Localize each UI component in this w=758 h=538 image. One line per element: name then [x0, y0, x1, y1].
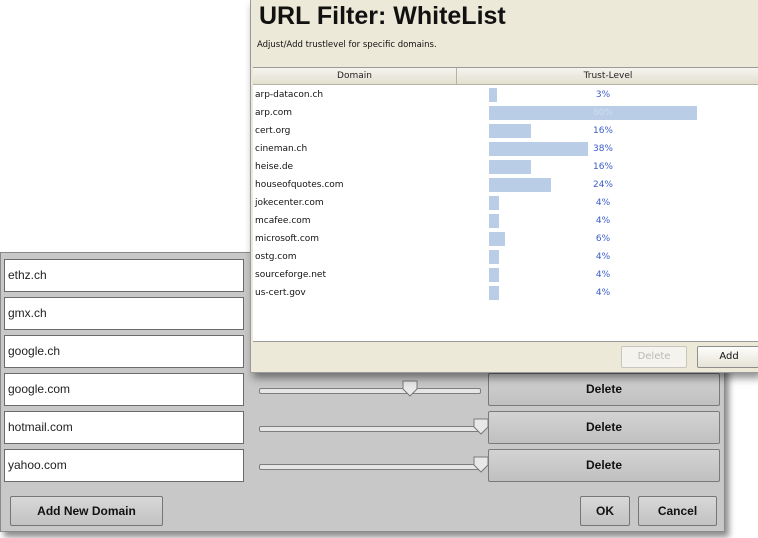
trust-level-percent: 4%: [595, 198, 611, 208]
row-domain: arp.com: [255, 108, 293, 118]
table-row[interactable]: cineman.ch 38%: [253, 140, 758, 158]
ok-button[interactable]: OK: [580, 496, 630, 526]
row-domain: houseofquotes.com: [255, 180, 344, 190]
whitelist-table: Domain Trust-Level arp-datacon.ch 3% arp.c…: [253, 67, 758, 342]
trust-level-percent: 4%: [595, 270, 611, 280]
column-header-trust-level[interactable]: Trust-Level: [457, 68, 758, 85]
row-domain: cert.org: [255, 126, 291, 136]
trust-level-bar: [489, 88, 497, 102]
trust-level-bar: [489, 124, 531, 138]
row-domain: ostg.com: [255, 252, 297, 262]
domain-field[interactable]: yahoo.com: [4, 449, 244, 482]
row-domain: heise.de: [255, 162, 294, 172]
trust-level-percent: 4%: [595, 216, 611, 226]
delete-button-disabled[interactable]: Delete: [621, 346, 687, 368]
domain-field[interactable]: hotmail.com: [4, 411, 244, 444]
domain-row: yahoo.com Delete: [1, 448, 724, 484]
trust-level-percent: 80%: [592, 108, 613, 118]
row-domain: arp-datacon.ch: [255, 90, 324, 100]
screen: ethz.ch gmx.ch google.ch google.com Dele…: [0, 0, 758, 538]
trust-level-percent: 16%: [592, 162, 613, 172]
cancel-button[interactable]: Cancel: [638, 496, 717, 526]
trust-level-bar: [489, 178, 551, 192]
row-domain: mcafee.com: [255, 216, 311, 226]
trust-slider-thumb[interactable]: [473, 456, 489, 473]
trust-level-bar: [489, 250, 499, 264]
trust-slider-track[interactable]: [259, 464, 481, 470]
delete-button[interactable]: Delete: [488, 449, 720, 482]
add-button[interactable]: Add: [697, 346, 758, 368]
domain-field[interactable]: google.com: [4, 373, 244, 406]
table-row[interactable]: cert.org 16%: [253, 122, 758, 140]
table-row[interactable]: jokecenter.com 4%: [253, 194, 758, 212]
table-row[interactable]: houseofquotes.com 24%: [253, 176, 758, 194]
delete-button[interactable]: Delete: [488, 411, 720, 444]
row-domain: microsoft.com: [255, 234, 320, 244]
row-domain: us-cert.gov: [255, 288, 306, 298]
table-row[interactable]: heise.de 16%: [253, 158, 758, 176]
table-row[interactable]: ostg.com 4%: [253, 248, 758, 266]
domain-field[interactable]: ethz.ch: [4, 259, 244, 292]
trust-level-percent: 6%: [595, 234, 611, 244]
trust-level-percent: 4%: [595, 252, 611, 262]
trust-level-bar: [489, 268, 499, 282]
trust-slider-track[interactable]: [259, 388, 481, 394]
trust-level-bar: [489, 232, 505, 246]
trust-level-bar: [489, 214, 499, 228]
trust-slider-thumb[interactable]: [402, 380, 418, 397]
table-row[interactable]: us-cert.gov 4%: [253, 284, 758, 302]
domain-field[interactable]: gmx.ch: [4, 297, 244, 330]
column-header-domain[interactable]: Domain: [253, 68, 457, 85]
trust-level-bar: [489, 286, 499, 300]
domain-row: hotmail.com Delete: [1, 410, 724, 446]
domain-field[interactable]: google.ch: [4, 335, 244, 368]
delete-button[interactable]: Delete: [488, 373, 720, 406]
whitelist-dialog: URL Filter: WhiteList Adjust/Add trustle…: [250, 0, 758, 373]
trust-level-percent: 4%: [595, 288, 611, 298]
trust-level-percent: 38%: [592, 144, 613, 154]
trust-level-bar: [489, 160, 531, 174]
table-row[interactable]: arp-datacon.ch 3%: [253, 86, 758, 104]
trust-level-percent: 24%: [592, 180, 613, 190]
table-row[interactable]: mcafee.com 4%: [253, 212, 758, 230]
table-row[interactable]: sourceforge.net 4%: [253, 266, 758, 284]
trust-level-percent: 3%: [595, 90, 611, 100]
table-row[interactable]: microsoft.com 6%: [253, 230, 758, 248]
table-row[interactable]: arp.com 80%: [253, 104, 758, 122]
row-domain: sourceforge.net: [255, 270, 326, 280]
trust-slider-track[interactable]: [259, 426, 481, 432]
dialog-subtitle: Adjust/Add trustlevel for specific domai…: [257, 40, 437, 50]
trust-level-bar: [489, 196, 499, 210]
domain-row: google.com Delete: [1, 372, 724, 408]
trust-slider-thumb[interactable]: [473, 418, 489, 435]
add-new-domain-button[interactable]: Add New Domain: [10, 496, 163, 526]
trust-level-percent: 16%: [592, 126, 613, 136]
row-domain: cineman.ch: [255, 144, 308, 154]
row-domain: jokecenter.com: [255, 198, 324, 208]
dialog-title: URL Filter: WhiteList: [259, 2, 506, 30]
